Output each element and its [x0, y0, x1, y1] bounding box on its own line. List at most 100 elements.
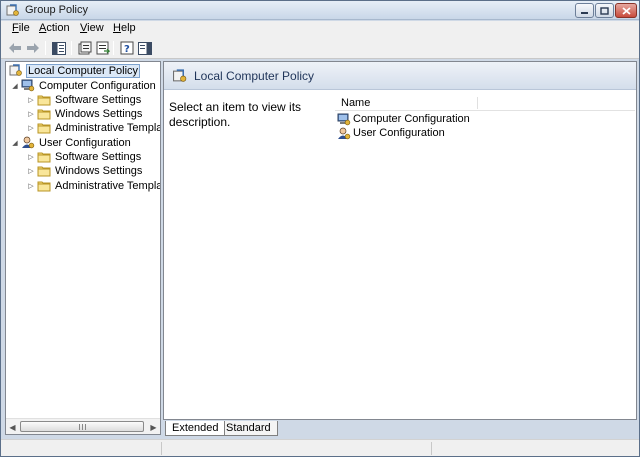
computer-config-icon [337, 113, 351, 125]
list-item-user-configuration[interactable]: User Configuration [337, 126, 445, 140]
collapsed-arrow-icon[interactable]: ▷ [27, 181, 35, 190]
policy-icon [9, 64, 22, 76]
tree-label: User Configuration [39, 136, 131, 149]
status-divider [431, 442, 432, 455]
tree-label: Windows Settings [55, 107, 143, 120]
menu-action-label: ction [46, 22, 70, 34]
toolbar: ? [1, 37, 639, 59]
tree-label: Administrative Template [55, 121, 161, 134]
tree-item-windows-settings[interactable]: ▷ Windows Settings [27, 163, 143, 178]
export-list-button[interactable] [95, 40, 111, 56]
tree-item-administrative-templates[interactable]: ▷ Administrative Template [27, 178, 161, 193]
user-config-icon [22, 136, 35, 149]
menu-file[interactable]: File [11, 22, 31, 34]
menu-action[interactable]: Action [38, 22, 71, 34]
tree-item-computer-configuration[interactable]: ◢ Computer Configuration [11, 78, 157, 93]
toolbar-separator [71, 41, 72, 55]
maximize-icon [600, 6, 609, 15]
tree-label: Software Settings [55, 93, 142, 106]
horizontal-scrollbar[interactable]: ◀ ▶ [6, 418, 160, 434]
title-bar[interactable]: Group Policy [1, 1, 639, 20]
tree-item-software-settings[interactable]: ▷ Software Settings [27, 149, 142, 164]
scroll-right-icon[interactable]: ▶ [149, 422, 158, 432]
folder-icon [37, 109, 51, 120]
minimize-icon [581, 12, 588, 14]
view-tabs: Extended Standard [163, 421, 637, 438]
collapsed-arrow-icon[interactable]: ▷ [27, 166, 35, 175]
forward-icon [27, 43, 39, 53]
tree-label: Computer Configuration [39, 79, 156, 92]
properties-icon [78, 41, 92, 55]
tree-pane[interactable]: Local Computer Policy ◢ Computer Configu… [5, 61, 161, 435]
folder-icon [37, 181, 51, 192]
export-list-icon [96, 41, 110, 55]
collapsed-arrow-icon[interactable]: ▷ [27, 152, 35, 161]
help-icon: ? [120, 41, 134, 55]
help-button[interactable]: ? [119, 40, 135, 56]
tree-label: Software Settings [55, 150, 142, 163]
menu-bar: File Action View Help [1, 21, 639, 37]
folder-icon [37, 166, 51, 177]
menu-file-label: ile [18, 22, 30, 34]
tree-label: Windows Settings [55, 164, 143, 177]
column-divider[interactable] [477, 97, 478, 109]
status-divider [161, 442, 162, 455]
menu-view[interactable]: View [79, 22, 105, 34]
folder-icon [37, 152, 51, 163]
tree-item-windows-settings[interactable]: ▷ Windows Settings [27, 106, 143, 121]
show-hide-tree-button[interactable] [51, 40, 67, 56]
list-item-label: User Configuration [353, 127, 445, 139]
group-policy-icon [6, 4, 19, 16]
user-config-icon [338, 127, 351, 139]
menu-file-accel: F [12, 22, 19, 34]
menu-help[interactable]: Help [112, 22, 137, 34]
computer-config-icon [21, 79, 35, 92]
tab-standard[interactable]: Standard [219, 421, 278, 436]
description-text: Select an item to view its description. [169, 100, 302, 129]
toolbar-separator [45, 41, 46, 55]
scrollbar-thumb[interactable] [20, 421, 144, 432]
svg-text:?: ? [124, 44, 130, 55]
maximize-button[interactable] [595, 3, 614, 18]
list-item-label: Computer Configuration [353, 113, 470, 125]
menu-view-label: iew [87, 22, 104, 34]
grip-icon [78, 423, 86, 430]
tree-item-user-configuration[interactable]: ◢ User Configuration [11, 135, 132, 150]
details-pane: Local Computer Policy Select an item to … [163, 61, 637, 420]
main-area: Local Computer Policy ◢ Computer Configu… [3, 61, 637, 438]
collapsed-arrow-icon[interactable]: ▷ [27, 123, 35, 132]
tree-item-administrative-templates[interactable]: ▷ Administrative Template [27, 120, 161, 135]
folder-icon [37, 95, 51, 106]
close-icon [621, 6, 631, 15]
scroll-left-icon[interactable]: ◀ [8, 422, 17, 432]
show-hide-tree-icon [52, 41, 66, 55]
folder-icon [37, 123, 51, 134]
tree-item-software-settings[interactable]: ▷ Software Settings [27, 92, 142, 107]
details-title: Local Computer Policy [194, 69, 315, 83]
list-header: Name [335, 96, 635, 111]
tab-extended[interactable]: Extended [165, 421, 226, 436]
expanded-arrow-icon[interactable]: ◢ [11, 81, 19, 90]
show-hide-action-pane-button[interactable] [137, 40, 153, 56]
status-bar [1, 439, 639, 456]
details-header: Local Computer Policy [164, 62, 636, 90]
policy-icon [173, 69, 187, 82]
tree-item-local-computer-policy[interactable]: Local Computer Policy [9, 63, 141, 78]
collapsed-arrow-icon[interactable]: ▷ [27, 95, 35, 104]
menu-help-accel: H [113, 22, 121, 34]
menu-help-label: elp [120, 22, 136, 34]
toolbar-separator [113, 41, 114, 55]
column-header-name[interactable]: Name [341, 97, 370, 109]
expanded-arrow-icon[interactable]: ◢ [11, 138, 19, 147]
list-item-computer-configuration[interactable]: Computer Configuration [337, 112, 470, 126]
window-title: Group Policy [25, 4, 88, 16]
minimize-button[interactable] [575, 3, 594, 18]
forward-button[interactable] [25, 40, 41, 56]
show-hide-action-pane-icon [138, 41, 152, 55]
back-icon [9, 43, 21, 53]
back-button[interactable] [7, 40, 23, 56]
collapsed-arrow-icon[interactable]: ▷ [27, 109, 35, 118]
properties-button[interactable] [77, 40, 93, 56]
close-button[interactable] [615, 3, 637, 18]
tree-label: Administrative Template [55, 179, 161, 192]
